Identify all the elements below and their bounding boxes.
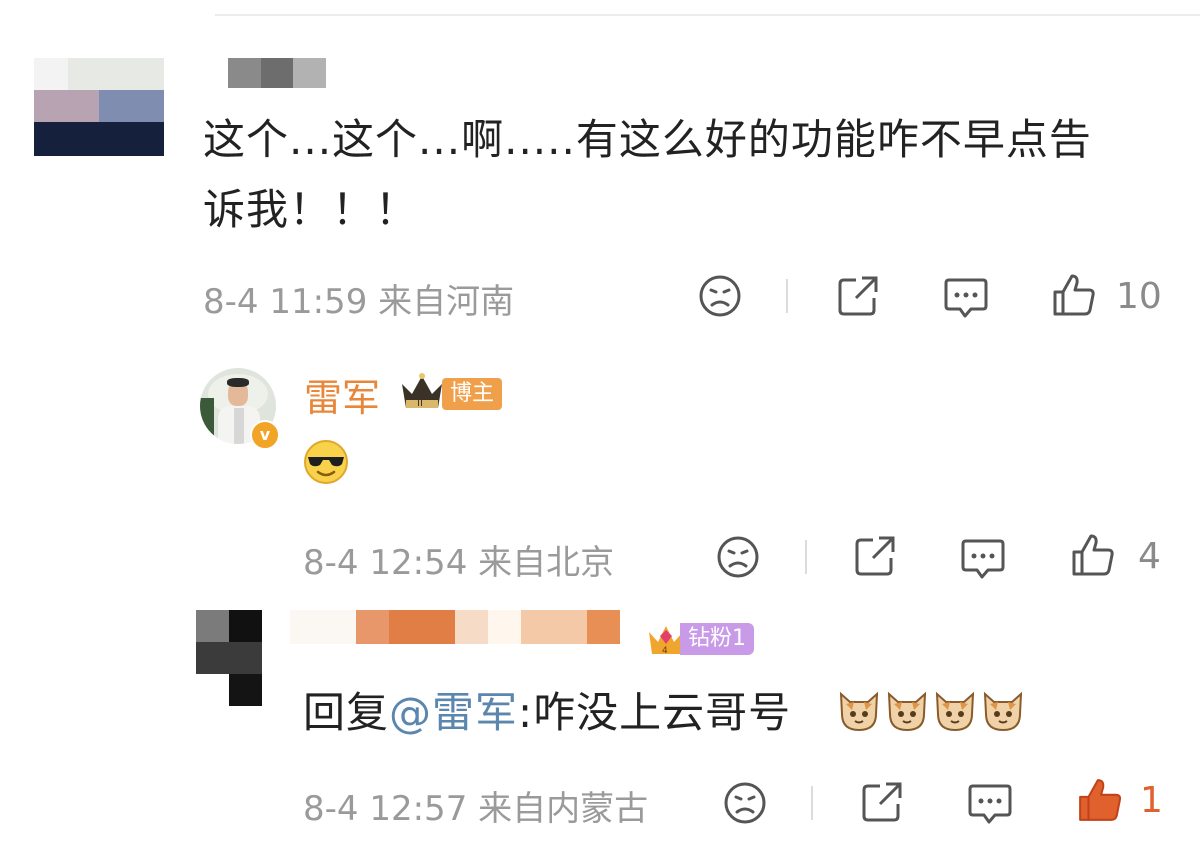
reply-text: 回复@雷军:咋没上云哥号 <box>303 678 791 748</box>
like-count: 1 <box>1140 780 1163 821</box>
avatar-blurred[interactable] <box>196 610 262 706</box>
action-divider <box>786 279 788 313</box>
comment-meta: 8-4 12:54 来自北京 <box>303 543 615 583</box>
action-divider <box>811 786 813 820</box>
cat-emoji-icon <box>983 691 1023 732</box>
like-icon[interactable] <box>1070 532 1116 578</box>
badge-fan: 钻粉1 <box>680 623 754 655</box>
share-icon[interactable] <box>860 780 904 824</box>
sunglasses-emoji-icon <box>302 438 350 486</box>
svg-text:II: II <box>417 398 423 409</box>
user-name[interactable]: 雷军 <box>304 367 380 422</box>
username-blurred[interactable] <box>228 58 326 88</box>
username-blurred[interactable] <box>290 610 620 644</box>
like-icon-active[interactable] <box>1076 776 1124 824</box>
comment-text: 这个...这个...啊.....有这么好的功能咋不早点告 诉我！！！ <box>203 115 1092 234</box>
dislike-icon[interactable] <box>723 781 767 825</box>
comment-icon[interactable] <box>943 276 989 320</box>
share-icon[interactable] <box>853 534 897 578</box>
mention-link[interactable]: @雷军 <box>389 688 518 737</box>
top-divider <box>215 14 1200 16</box>
verified-badge-icon: v <box>250 420 280 450</box>
like-icon[interactable] <box>1051 272 1097 318</box>
share-icon[interactable] <box>836 274 880 318</box>
cat-emoji-icon <box>935 691 975 732</box>
comment-meta: 8-4 12:57 来自内蒙古 <box>303 789 649 829</box>
cat-emoji-row <box>836 688 1026 734</box>
svg-text:4: 4 <box>662 646 668 656</box>
reply-prefix: 回复 <box>303 688 390 737</box>
comment-meta: 8-4 11:59 来自河南 <box>203 282 515 322</box>
reply-body: :咋没上云哥号 <box>518 688 792 737</box>
like-count: 10 <box>1116 276 1162 317</box>
badge-blogger: 博主 <box>442 378 503 410</box>
comment-icon[interactable] <box>967 782 1013 826</box>
like-count: 4 <box>1138 536 1161 577</box>
crown-level-icon: II <box>398 370 446 412</box>
action-divider <box>805 540 807 574</box>
cat-emoji-icon <box>839 691 879 732</box>
avatar-blurred[interactable] <box>34 58 164 156</box>
cat-emoji-icon <box>887 691 927 732</box>
dislike-icon[interactable] <box>716 535 760 579</box>
comment-icon[interactable] <box>960 537 1006 581</box>
dislike-icon[interactable] <box>698 274 742 318</box>
